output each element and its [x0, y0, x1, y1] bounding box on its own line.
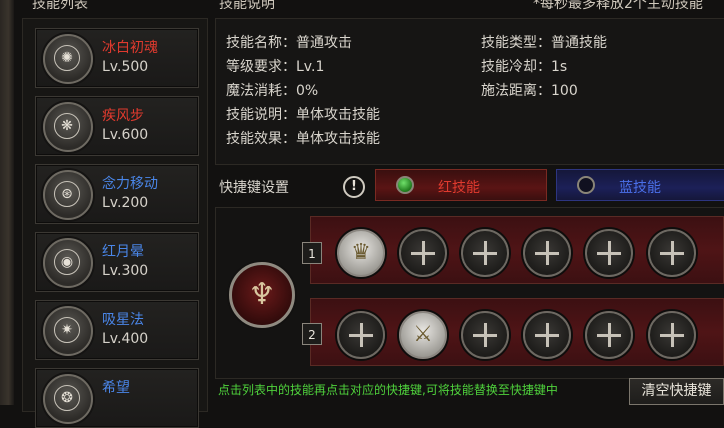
empty-slot-plus-icon[interactable]	[585, 311, 633, 359]
hotkey-slot-filled[interactable]: ⚔	[399, 311, 447, 359]
row-number-1: 1	[302, 242, 322, 264]
tab-label: 蓝技能	[619, 180, 661, 196]
tab-label: 红技能	[438, 180, 480, 196]
mana-cost-row: 魔法消耗：0%	[226, 83, 319, 99]
empty-slot-plus-icon[interactable]	[399, 229, 447, 277]
skill-level: Lv.600	[102, 127, 149, 143]
skill-item-teleport[interactable]: ⊛ 念力移动 Lv.200	[35, 164, 199, 224]
warning-icon[interactable]: !	[343, 176, 365, 198]
skill-item-red-moon[interactable]: ◉ 红月晕 Lv.300	[35, 232, 199, 292]
hotkey-slot-filled[interactable]: ♛	[337, 229, 385, 277]
skill-explain-row: 技能说明：单体攻击技能	[226, 107, 380, 123]
basic-attack-icon[interactable]: ♆	[229, 262, 295, 328]
skill-level: Lv.500	[102, 59, 149, 75]
empty-slot-plus-icon[interactable]	[648, 311, 696, 359]
ice-soul-icon: ✺	[43, 34, 93, 84]
skill-item-hope[interactable]: ❂ 希望	[35, 368, 199, 428]
skill-effect-row: 技能效果：单体攻击技能	[226, 131, 380, 147]
wind-step-icon: ❋	[43, 102, 93, 152]
empty-slot-plus-icon[interactable]	[523, 229, 571, 277]
empty-slot-plus-icon[interactable]	[585, 229, 633, 277]
tab-blue-skills[interactable]: 蓝技能	[556, 169, 724, 201]
hotkey-settings-label: 快捷键设置	[219, 180, 289, 196]
skill-description-panel: 技能名称：普通攻击 等级要求：Lv.1 魔法消耗：0% 技能说明：单体攻击技能 …	[215, 18, 724, 165]
clear-hotkeys-button[interactable]: 清空快捷键	[629, 378, 724, 405]
empty-slot-plus-icon[interactable]	[461, 311, 509, 359]
skill-name: 冰白初魂	[102, 40, 158, 56]
skill-name: 吸星法	[102, 312, 144, 328]
radio-selected-icon	[396, 176, 414, 194]
sword-icon: ⚔	[413, 322, 433, 347]
eye-icon: ◉	[43, 238, 93, 288]
star-absorb-icon: ✷	[43, 306, 93, 356]
skill-level: Lv.400	[102, 331, 149, 347]
empty-slot-plus-icon[interactable]	[648, 229, 696, 277]
skill-name: 红月晕	[102, 244, 144, 260]
skill-level: Lv.300	[102, 263, 149, 279]
tab-red-skills[interactable]: 红技能	[375, 169, 547, 201]
empty-slot-plus-icon[interactable]	[523, 311, 571, 359]
cast-range-row: 施法距离：100	[481, 83, 578, 99]
skill-name: 念力移动	[102, 176, 158, 192]
teleport-icon: ⊛	[43, 170, 93, 220]
skill-list-panel[interactable]: ✺ 冰白初魂 Lv.500 ❋ 疾风步 Lv.600 ⊛ 念力移动 Lv.200…	[22, 18, 208, 428]
skill-level: Lv.200	[102, 195, 149, 211]
row-number-2: 2	[302, 323, 322, 345]
level-requirement-row: 等级要求：Lv.1	[226, 59, 325, 75]
radio-empty-icon	[577, 176, 595, 194]
basic-attack-icon: ♛	[351, 240, 371, 265]
skill-name: 疾风步	[102, 108, 144, 124]
cooldown-row: 技能冷却：1s	[481, 59, 568, 75]
hotkey-tip-text: 点击列表中的技能再点击对应的快捷键,可将技能替换至快捷键中	[218, 383, 558, 397]
skill-item-star-absorb[interactable]: ✷ 吸星法 Lv.400	[35, 300, 199, 360]
skill-item-ice-soul[interactable]: ✺ 冰白初魂 Lv.500	[35, 28, 199, 88]
skill-desc-header: 技能说明	[219, 0, 275, 12]
skill-item-wind-step[interactable]: ❋ 疾风步 Lv.600	[35, 96, 199, 156]
skill-name-row: 技能名称：普通攻击	[226, 35, 352, 51]
left-frame-edge	[0, 0, 14, 405]
cast-limit-note: *每秒最多释放2个主动技能	[533, 0, 703, 12]
skill-list-header: 技能列表	[32, 0, 88, 12]
empty-slot-plus-icon[interactable]	[461, 229, 509, 277]
empty-slot-plus-icon[interactable]	[337, 311, 385, 359]
skill-name: 希望	[102, 380, 130, 396]
skill-type-row: 技能类型：普通技能	[481, 35, 607, 51]
hope-icon: ❂	[43, 374, 93, 424]
